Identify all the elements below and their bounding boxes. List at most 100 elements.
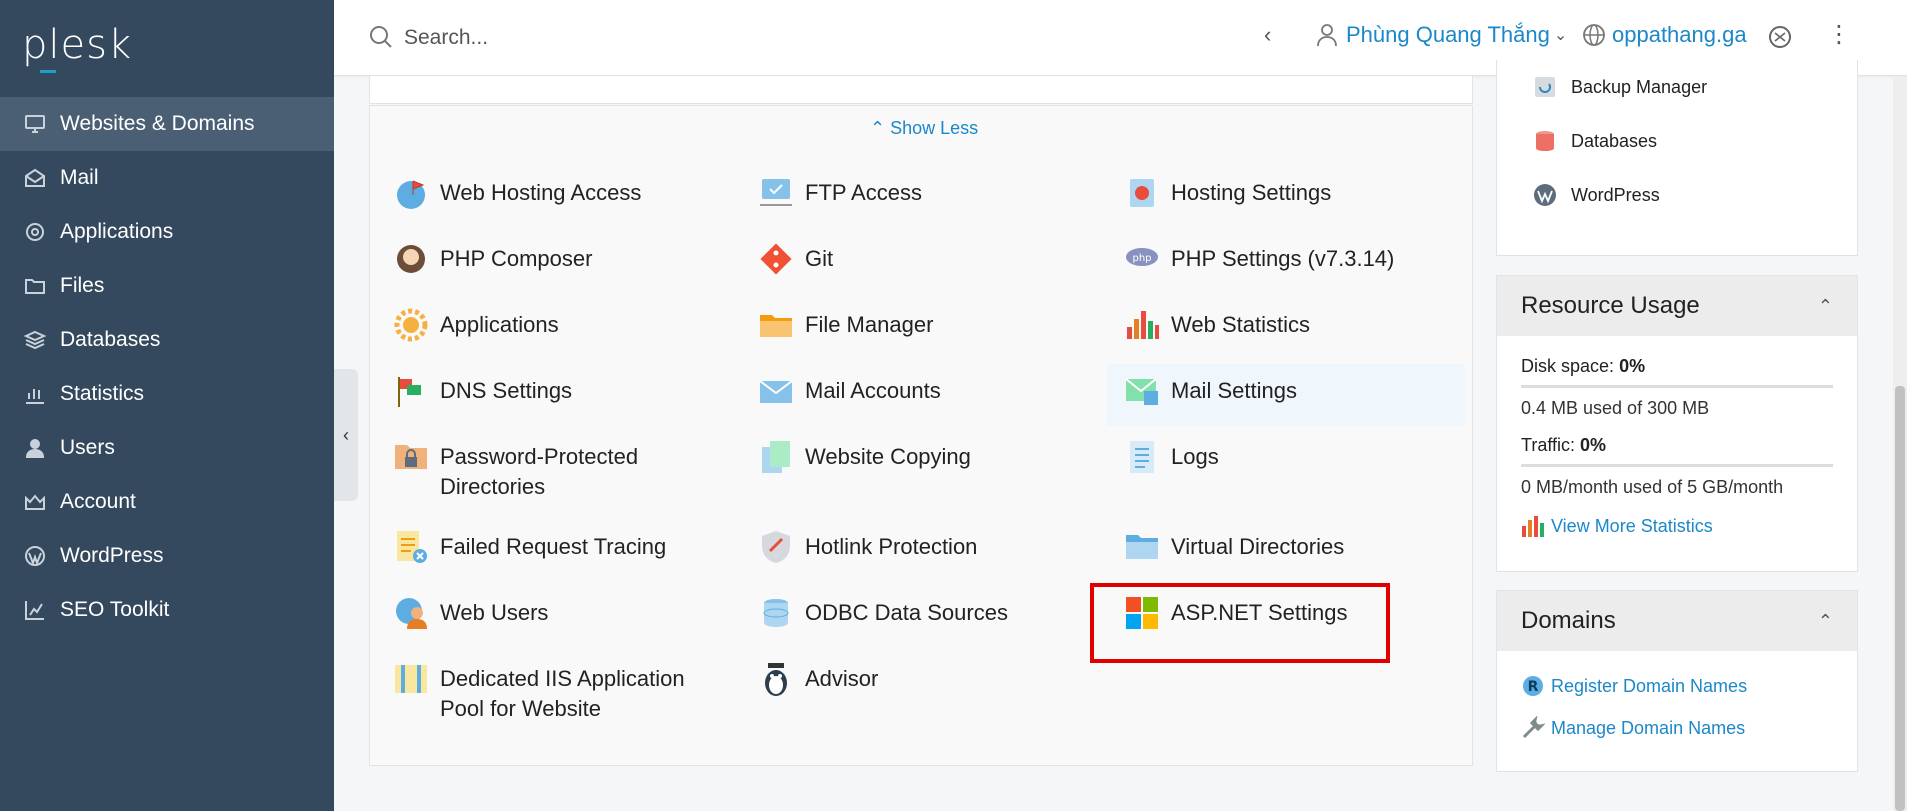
tool-applications[interactable]: Applications (392, 306, 559, 344)
odbc-database-icon (757, 594, 795, 632)
sidebar-item-seo-toolkit[interactable]: SEO Toolkit (0, 583, 334, 637)
domains-header[interactable]: Domains ⌃ (1497, 591, 1857, 651)
tool-dedicated-iis-pool[interactable]: Dedicated IIS Application Pool for Websit… (392, 660, 685, 724)
sidebar-item-wordpress[interactable]: WordPress (0, 529, 334, 583)
sidebar-item-account[interactable]: Account (0, 475, 334, 529)
back-button[interactable]: ‹ (1264, 22, 1271, 48)
tool-advisor[interactable]: Advisor (757, 660, 878, 698)
tool-failed-request-tracing[interactable]: Failed Request Tracing (392, 528, 666, 566)
sidebar-item-statistics[interactable]: Statistics (0, 367, 334, 421)
tool-mail-settings[interactable]: Mail Settings (1107, 364, 1465, 426)
tool-ftp-access[interactable]: FTP Access (757, 174, 922, 212)
copy-pages-icon (757, 438, 795, 476)
manage-domain-names-link[interactable]: Manage Domain Names (1497, 709, 1857, 747)
sidebar-item-mail[interactable]: Mail (0, 151, 334, 205)
sidebar-item-label: Account (60, 490, 136, 513)
scrollbar[interactable] (1893, 76, 1907, 811)
domains-title: Domains (1521, 607, 1616, 634)
hosting-settings-icon (1123, 174, 1161, 212)
tool-virtual-directories[interactable]: Virtual Directories (1123, 528, 1344, 566)
tool-web-hosting-access[interactable]: Web Hosting Access (392, 174, 641, 212)
disk-space-value: 0% (1619, 356, 1646, 376)
seo-chart-icon (22, 597, 48, 623)
wordpress-logo-icon (1531, 181, 1559, 209)
tool-label: PHP Composer (440, 246, 593, 271)
tool-label: Mail Accounts (805, 378, 941, 403)
svg-text:php: php (1132, 253, 1151, 264)
link-databases[interactable]: Databases (1497, 114, 1857, 168)
tool-label: Web Statistics (1171, 312, 1310, 337)
tool-web-statistics[interactable]: Web Statistics (1123, 306, 1310, 344)
tool-web-users[interactable]: Web Users (392, 594, 548, 632)
user-icon (1317, 24, 1337, 47)
sidebar-item-label: WordPress (60, 544, 164, 567)
mail-icon (22, 165, 48, 191)
tool-website-copying[interactable]: Website Copying (757, 438, 971, 476)
database-red-icon (1531, 127, 1559, 155)
sidebar-item-label: Databases (60, 328, 161, 351)
file-manager-folder-icon (757, 306, 795, 344)
domain-switcher[interactable]: oppathang.ga (1582, 22, 1747, 48)
more-options-icon[interactable]: ⋮ (1827, 20, 1851, 49)
view-more-statistics-link[interactable]: View More Statistics (1497, 514, 1857, 538)
shield-link-icon (757, 528, 795, 566)
link-wordpress[interactable]: WordPress (1497, 168, 1857, 222)
register-domain-names-link[interactable]: R Register Domain Names (1497, 667, 1857, 705)
chevron-up-icon: ⌃ (1817, 295, 1833, 316)
tool-hosting-settings[interactable]: Hosting Settings (1123, 174, 1331, 212)
user-icon (22, 435, 48, 461)
tool-label: Logs (1171, 444, 1219, 469)
resource-usage-header[interactable]: Resource Usage ⌃ (1497, 276, 1857, 336)
folder-icon (22, 273, 48, 299)
tool-logs[interactable]: Logs (1123, 438, 1219, 476)
ftp-monitor-icon (757, 174, 795, 212)
sidebar-item-websites-domains[interactable]: Websites & Domains (0, 97, 334, 151)
sidebar-nav: Websites & Domains Mail Applications Fil… (0, 97, 334, 637)
tool-php-composer[interactable]: PHP Composer (392, 240, 592, 278)
tool-git[interactable]: Git (757, 240, 833, 278)
sidebar-item-users[interactable]: Users (0, 421, 334, 475)
iis-pool-icon (392, 660, 430, 698)
quick-links-card: Backup Manager Databases WordPress (1496, 60, 1858, 256)
show-less-link[interactable]: ⌃ Show Less (870, 118, 978, 139)
sidebar-collapse-button[interactable]: ‹ (334, 369, 358, 501)
tool-label: Applications (440, 312, 559, 337)
backup-icon (1531, 73, 1559, 101)
help-icon[interactable] (1767, 24, 1793, 55)
gear-icon (22, 219, 48, 245)
sidebar-item-files[interactable]: Files (0, 259, 334, 313)
tool-mail-accounts[interactable]: Mail Accounts (757, 372, 941, 410)
tool-php-settings[interactable]: php PHP Settings (v7.3.14) (1123, 240, 1394, 278)
tool-label-line2: Directories (440, 474, 546, 499)
web-statistics-icon (1123, 306, 1161, 344)
tool-label: Hotlink Protection (805, 534, 978, 559)
tool-label: Git (805, 246, 834, 271)
git-icon (757, 240, 795, 278)
scrollbar-thumb[interactable] (1895, 386, 1905, 811)
disk-space-detail: 0.4 MB used of 300 MB (1521, 398, 1710, 418)
tool-odbc-data-sources[interactable]: ODBC Data Sources (757, 594, 1008, 632)
manage-domain-names-label: Manage Domain Names (1551, 717, 1746, 738)
php-icon: php (1123, 240, 1161, 278)
search-input[interactable] (404, 20, 1004, 56)
tool-hotlink-protection[interactable]: Hotlink Protection (757, 528, 977, 566)
tool-password-protected-directories[interactable]: Password-Protected Directories (392, 438, 638, 502)
chevron-left-icon: ‹ (343, 424, 349, 445)
register-domain-names-label: Register Domain Names (1551, 675, 1748, 696)
chevron-down-icon: ⌄ (1553, 27, 1568, 44)
sidebar-item-label: SEO Toolkit (60, 598, 170, 621)
tool-dns-settings[interactable]: DNS Settings (392, 372, 572, 410)
sidebar-item-label: Users (60, 436, 115, 459)
sidebar-item-databases[interactable]: Databases (0, 313, 334, 367)
tool-file-manager[interactable]: File Manager (757, 306, 933, 344)
link-backup-manager[interactable]: Backup Manager (1497, 60, 1857, 114)
plesk-logo[interactable]: plesk (22, 22, 132, 73)
tool-label: Hosting Settings (1171, 180, 1332, 205)
user-menu[interactable]: Phùng Quang Thắng ⌄ (1316, 22, 1567, 48)
disk-space-label: Disk space: 0% (1521, 356, 1646, 376)
penguin-advisor-icon (757, 660, 795, 698)
tool-label: Dedicated IIS Application (440, 666, 685, 691)
link-label: WordPress (1571, 184, 1660, 205)
sidebar-item-applications[interactable]: Applications (0, 205, 334, 259)
globe-flag-icon (392, 174, 430, 212)
